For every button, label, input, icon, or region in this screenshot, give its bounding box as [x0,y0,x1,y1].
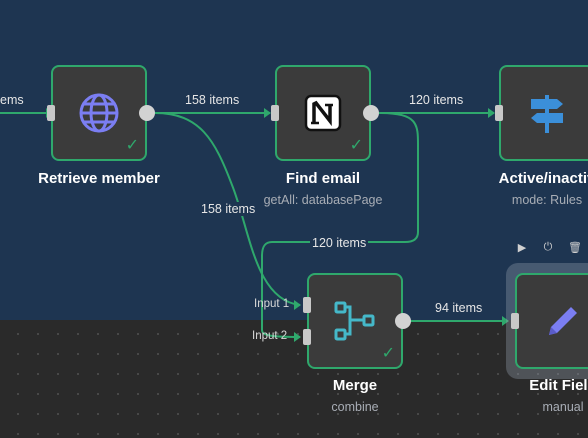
input-port-1[interactable] [303,297,311,313]
input-port[interactable] [495,105,503,121]
node-toolbar: ▶ ⏻ 🗑 [506,236,588,258]
input-label-2: Input 2 [252,330,288,342]
node-title-active: Active/inactiv [498,170,588,187]
success-check-icon: ✓ [381,345,395,362]
workflow-canvas[interactable]: ems 158 items 120 items 158 items 120 it… [0,0,588,438]
edge-label-find-active: 120 items [409,93,464,107]
delete-button[interactable]: 🗑 [568,241,582,254]
node-merge[interactable]: ✓ [307,273,403,369]
arrow-head [294,332,301,342]
node-subtitle-merge: combine [331,400,379,414]
input-port-2[interactable] [303,329,311,345]
play-button[interactable]: ▶ [516,241,528,254]
pencil-icon [517,275,588,367]
edge-label-retrieve-find: 158 items [185,93,240,107]
signpost-icon [501,67,588,159]
node-title-find: Find email [285,170,361,187]
output-port[interactable] [363,105,379,121]
node-title-merge: Merge [332,377,378,394]
node-edit-fields[interactable] [515,273,588,369]
power-button[interactable]: ⏻ [542,241,554,254]
input-label-1: Input 1 [254,298,290,310]
node-title-edit: Edit Field [529,377,588,394]
edge-label-merge-edit: 94 items [435,301,483,315]
input-port[interactable] [271,105,279,121]
output-port[interactable] [139,105,155,121]
input-port[interactable] [511,313,519,329]
node-active-inactive[interactable] [499,65,588,161]
success-check-icon: ✓ [125,137,139,154]
edge-label-left: ems [0,93,24,107]
node-find-email[interactable]: ✓ [275,65,371,161]
node-retrieve-member[interactable]: ✓ [51,65,147,161]
node-subtitle-edit: manual [542,400,584,414]
arrow-head [294,300,301,310]
node-subtitle-find: getAll: databasePage [263,193,383,207]
node-title-retrieve: Retrieve member [38,170,160,187]
success-check-icon: ✓ [349,137,363,154]
output-port[interactable] [395,313,411,329]
arrow-head [264,108,271,118]
node-subtitle-active: mode: Rules [511,193,583,207]
input-port[interactable] [47,105,55,121]
arrow-head [488,108,495,118]
edge-label-find-merge: 120 items [310,236,369,250]
